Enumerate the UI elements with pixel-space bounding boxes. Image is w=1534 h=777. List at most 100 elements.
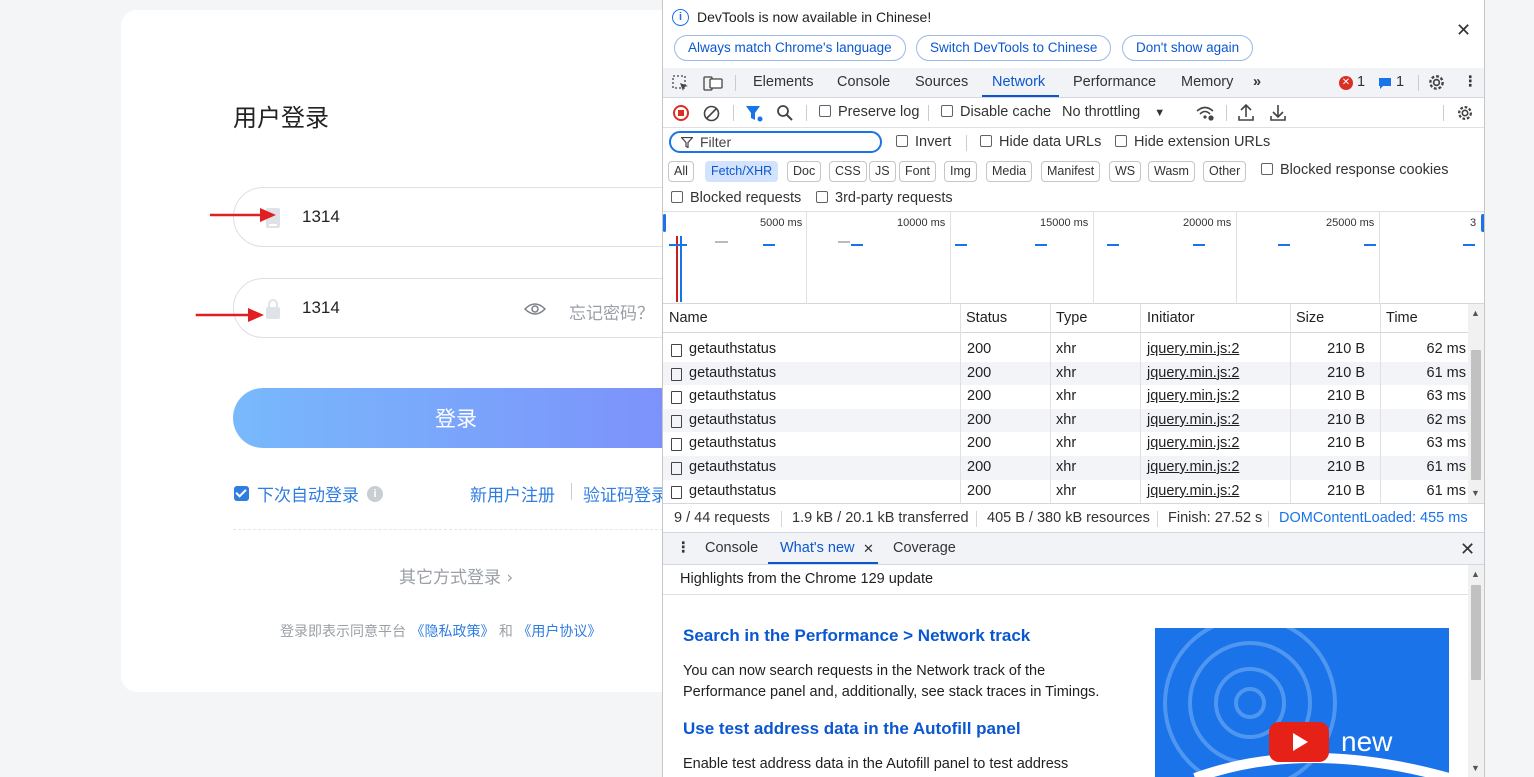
- type-filter-fetch-xhr[interactable]: Fetch/XHR: [705, 161, 779, 182]
- settings-gear-icon[interactable]: [1427, 73, 1446, 92]
- tab-console[interactable]: Console: [837, 74, 890, 90]
- scroll-up-arrow-icon[interactable]: ▲: [1471, 308, 1480, 318]
- request-initiator[interactable]: jquery.min.js:2: [1147, 459, 1239, 475]
- third-party-requests-label[interactable]: 3rd-party requests: [835, 190, 953, 206]
- drawer-scrollbar[interactable]: ▲ ▼: [1468, 565, 1484, 777]
- sms-login-link[interactable]: 验证码登录: [583, 481, 668, 506]
- match-language-button[interactable]: Always match Chrome's language: [674, 35, 906, 61]
- request-initiator[interactable]: jquery.min.js:2: [1147, 483, 1239, 499]
- close-drawer-icon[interactable]: ✕: [1460, 539, 1475, 560]
- hide-extension-urls-option[interactable]: Hide extension URLs: [1115, 134, 1270, 150]
- record-stop-icon[interactable]: [673, 105, 689, 121]
- third-party-requests-option[interactable]: 3rd-party requests: [816, 190, 953, 206]
- message-count[interactable]: 1: [1396, 74, 1404, 90]
- tab-sources[interactable]: Sources: [915, 74, 968, 90]
- type-filter-css[interactable]: CSS: [829, 161, 867, 182]
- request-initiator[interactable]: jquery.min.js:2: [1147, 365, 1239, 381]
- more-options-icon[interactable]: ⋮: [1463, 74, 1478, 90]
- filter-input[interactable]: Filter: [669, 131, 882, 153]
- blocked-requests-label[interactable]: Blocked requests: [690, 190, 801, 206]
- message-icon[interactable]: [1378, 77, 1392, 90]
- blocked-response-cookies-option[interactable]: Blocked response cookies: [1261, 162, 1448, 178]
- timeline-handle-right[interactable]: [1481, 214, 1484, 232]
- close-tab-icon[interactable]: ✕: [863, 541, 874, 557]
- preserve-log-label[interactable]: Preserve log: [838, 104, 919, 120]
- disable-cache-option[interactable]: Disable cache: [941, 104, 1051, 120]
- blocked-response-cookies-label[interactable]: Blocked response cookies: [1280, 162, 1448, 178]
- dont-show-again-button[interactable]: Don't show again: [1122, 35, 1254, 61]
- filter-placeholder[interactable]: Filter: [700, 134, 731, 150]
- other-login-link[interactable]: 其它方式登录 ›: [399, 563, 513, 588]
- scroll-down-arrow-icon[interactable]: ▼: [1471, 763, 1480, 773]
- filter-funnel-icon[interactable]: [745, 105, 763, 122]
- tab-memory[interactable]: Memory: [1181, 74, 1233, 90]
- third-party-requests-checkbox[interactable]: [816, 191, 828, 203]
- table-row[interactable]: getauthstatus 200 xhr jquery.min.js:2 210 B 6…: [663, 432, 1468, 456]
- auto-login-label[interactable]: 下次自动登录: [257, 481, 359, 506]
- feature-heading-autofill[interactable]: Use test address data in the Autofill pa…: [683, 719, 1021, 739]
- preserve-log-checkbox[interactable]: [819, 105, 831, 117]
- scrollbar-thumb[interactable]: [1471, 585, 1481, 680]
- error-count[interactable]: 1: [1357, 74, 1365, 90]
- request-initiator[interactable]: jquery.min.js:2: [1147, 388, 1239, 404]
- other-login-label[interactable]: 其它方式登录: [399, 568, 501, 588]
- column-header-name[interactable]: Name: [669, 310, 708, 326]
- type-filter-manifest[interactable]: Manifest: [1041, 161, 1101, 182]
- type-filter-ws[interactable]: WS: [1109, 161, 1142, 182]
- hide-extension-urls-checkbox[interactable]: [1115, 135, 1127, 147]
- column-header-status[interactable]: Status: [966, 310, 1007, 326]
- hide-data-urls-checkbox[interactable]: [980, 135, 992, 147]
- import-har-icon[interactable]: [1238, 104, 1254, 122]
- type-filter-img[interactable]: Img: [944, 161, 977, 182]
- device-toolbar-icon[interactable]: [703, 75, 723, 92]
- type-filter-media[interactable]: Media: [986, 161, 1033, 182]
- hide-data-urls-label[interactable]: Hide data URLs: [999, 134, 1101, 150]
- forgot-password-link[interactable]: 忘记密码？: [569, 299, 654, 324]
- throttling-select[interactable]: No throttling ▼: [1062, 104, 1165, 120]
- scroll-up-arrow-icon[interactable]: ▲: [1471, 569, 1480, 579]
- feature-heading-performance-search[interactable]: Search in the Performance > Network trac…: [683, 626, 1030, 646]
- request-initiator[interactable]: jquery.min.js:2: [1147, 341, 1239, 357]
- drawer-menu-icon[interactable]: ⋮: [676, 540, 691, 556]
- hide-data-urls-option[interactable]: Hide data URLs: [980, 134, 1101, 150]
- blocked-response-cookies-checkbox[interactable]: [1261, 163, 1273, 175]
- export-har-icon[interactable]: [1270, 104, 1286, 122]
- switch-chinese-button[interactable]: Switch DevTools to Chinese: [916, 35, 1112, 61]
- request-initiator[interactable]: jquery.min.js:2: [1147, 412, 1239, 428]
- column-header-size[interactable]: Size: [1296, 310, 1324, 326]
- requests-scrollbar[interactable]: ▲ ▼: [1468, 304, 1484, 503]
- close-icon[interactable]: ✕: [1456, 20, 1471, 41]
- password-value[interactable]: 1314: [302, 298, 340, 318]
- type-filter-doc[interactable]: Doc: [787, 161, 822, 182]
- search-icon[interactable]: [776, 104, 794, 122]
- type-filter-other[interactable]: Other: [1203, 161, 1247, 182]
- blocked-requests-checkbox[interactable]: [671, 191, 683, 203]
- table-row[interactable]: getauthstatus 200 xhr jquery.min.js:2 210 B 6…: [663, 385, 1468, 409]
- drawer-tab-console[interactable]: Console: [705, 540, 758, 556]
- column-header-initiator[interactable]: Initiator: [1147, 310, 1195, 326]
- hide-extension-urls-label[interactable]: Hide extension URLs: [1134, 134, 1270, 150]
- youtube-play-icon[interactable]: [1269, 722, 1329, 762]
- eye-icon[interactable]: [524, 301, 546, 317]
- drawer-tab-whats-new[interactable]: What's new: [780, 540, 855, 556]
- table-row[interactable]: getauthstatus 200 xhr jquery.min.js:2 210 B 6…: [663, 361, 1468, 386]
- invert-label[interactable]: Invert: [915, 134, 951, 150]
- clear-icon[interactable]: [703, 105, 720, 122]
- column-header-type[interactable]: Type: [1056, 310, 1087, 326]
- inspect-element-icon[interactable]: [672, 75, 690, 92]
- table-row[interactable]: getauthstatus 200 xhr jquery.min.js:2 210 B 6…: [663, 456, 1468, 480]
- user-agreement-link[interactable]: 《用户协议》: [517, 624, 601, 640]
- auto-login-checkbox[interactable]: [234, 486, 249, 501]
- network-overview-timeline[interactable]: 5000 ms 10000 ms 15000 ms 20000 ms 25000…: [663, 212, 1484, 304]
- network-settings-gear-icon[interactable]: [1456, 104, 1474, 122]
- tab-elements[interactable]: Elements: [753, 74, 813, 90]
- type-filter-js[interactable]: JS: [869, 161, 896, 182]
- invert-option[interactable]: Invert: [896, 134, 951, 150]
- error-icon[interactable]: ✕: [1339, 76, 1353, 90]
- table-row[interactable]: getauthstatus 200 xhr jquery.min.js:2 210 B 6…: [663, 408, 1468, 433]
- timeline-handle-left[interactable]: [663, 214, 666, 232]
- preserve-log-option[interactable]: Preserve log: [819, 104, 919, 120]
- type-filter-font[interactable]: Font: [899, 161, 937, 182]
- type-filter-wasm[interactable]: Wasm: [1148, 161, 1195, 182]
- register-link[interactable]: 新用户注册: [470, 481, 555, 506]
